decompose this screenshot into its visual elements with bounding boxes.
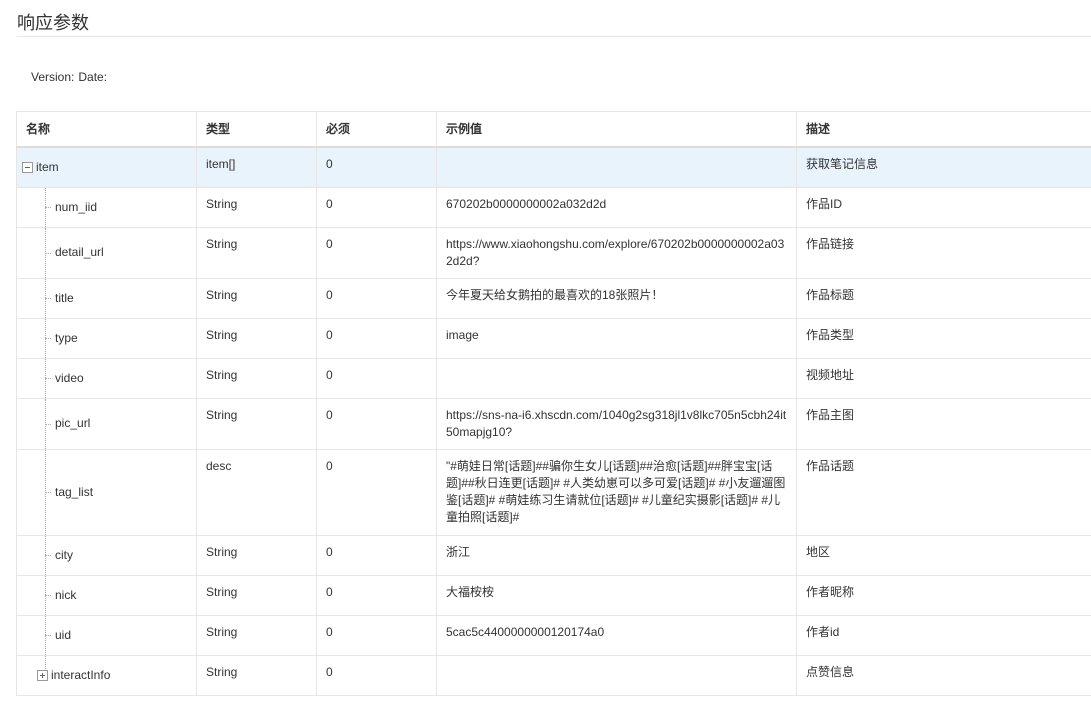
table-row[interactable]: video String 0 视频地址: [16, 357, 1091, 399]
cell-type: String: [196, 534, 317, 576]
cell-type: String: [196, 654, 317, 696]
cell-name: city: [16, 534, 197, 576]
param-name: detail_url: [55, 245, 104, 259]
cell-description: 作品类型: [796, 317, 1091, 359]
version-line: Version: Date:: [31, 70, 107, 84]
cell-name: video: [16, 357, 197, 399]
cell-example: 浙江: [436, 534, 797, 576]
cell-name: detail_url: [16, 226, 197, 279]
cell-example: [436, 654, 797, 696]
cell-description: 作品ID: [796, 186, 1091, 228]
cell-type: String: [196, 397, 317, 450]
cell-required: 0: [316, 317, 437, 359]
cell-name: tag_list: [16, 448, 197, 536]
cell-name: type: [16, 317, 197, 359]
cell-description: 视频地址: [796, 357, 1091, 399]
cell-required: 0: [316, 397, 437, 450]
table-row[interactable]: num_iid String 0 670202b0000000002a032d2d 作品…: [16, 186, 1091, 228]
cell-type: String: [196, 186, 317, 228]
cell-example: [436, 357, 797, 399]
cell-type: String: [196, 277, 317, 319]
table-header-row: 名称 类型 必须 示例值 描述: [16, 111, 1091, 148]
cell-name: item: [16, 146, 197, 188]
param-name: uid: [55, 627, 72, 642]
header-name: 名称: [16, 111, 197, 148]
cell-type: item[]: [196, 146, 317, 188]
cell-example: [436, 146, 797, 188]
param-name: pic_url: [55, 416, 91, 430]
cell-name: num_iid: [16, 186, 197, 228]
cell-type: String: [196, 357, 317, 399]
table-row[interactable]: title String 0 今年夏天给女鹅拍的最喜欢的18张照片！ 作品标题: [16, 277, 1091, 319]
table-row[interactable]: uid String 0 5cac5c4400000000120174a0 作者id: [16, 614, 1091, 656]
cell-description: 点赞信息: [796, 654, 1091, 696]
cell-example: https://sns-na-i6.xhscdn.com/1040g2sg318…: [436, 397, 797, 450]
cell-name: uid: [16, 614, 197, 656]
cell-required: 0: [316, 654, 437, 696]
cell-description: 作品链接: [796, 226, 1091, 279]
table-row[interactable]: pic_url String 0 https://sns-na-i6.xhscdn.c…: [16, 397, 1091, 450]
cell-type: String: [196, 574, 317, 616]
param-name: tag_list: [55, 484, 94, 499]
response-params-table: 名称 类型 必须 示例值 描述 item item[] 0 获取笔记信息 num…: [16, 111, 1091, 696]
param-name: item: [36, 159, 59, 174]
cell-example: 670202b0000000002a032d2d: [436, 186, 797, 228]
cell-type: String: [196, 226, 317, 279]
cell-description: 作者id: [796, 614, 1091, 656]
expand-toggle-icon[interactable]: [37, 669, 48, 681]
header-example: 示例值: [436, 111, 797, 148]
cell-name: title: [16, 277, 197, 319]
table-row-item[interactable]: item item[] 0 获取笔记信息: [16, 146, 1091, 188]
cell-example: 大福桉桉: [436, 574, 797, 616]
header-required: 必须: [316, 111, 437, 148]
table-row[interactable]: tag_list desc 0 "#萌娃日常[话题]##骗你生女儿[话题]##治愈[话…: [16, 448, 1091, 536]
cell-required: 0: [316, 226, 437, 279]
cell-type: desc: [196, 448, 317, 536]
cell-name: pic_url: [16, 397, 197, 450]
cell-description: 获取笔记信息: [796, 146, 1091, 188]
cell-description: 作者昵称: [796, 574, 1091, 616]
date-label: Date:: [78, 70, 108, 84]
cell-example: "#萌娃日常[话题]##骗你生女儿[话题]##治愈[话题]##胖宝宝[话题]##…: [436, 448, 797, 536]
header-description: 描述: [796, 111, 1091, 148]
header-type: 类型: [196, 111, 317, 148]
param-name: interactInfo: [51, 667, 111, 682]
cell-required: 0: [316, 574, 437, 616]
cell-description: 地区: [796, 534, 1091, 576]
cell-required: 0: [316, 146, 437, 188]
cell-example: 5cac5c4400000000120174a0: [436, 614, 797, 656]
param-name: nick: [55, 587, 77, 602]
version-label: Version:: [31, 70, 75, 84]
cell-example: https://www.xiaohongshu.com/explore/6702…: [436, 226, 797, 279]
cell-type: String: [196, 317, 317, 359]
table-row[interactable]: nick String 0 大福桉桉 作者昵称: [16, 574, 1091, 616]
param-name: city: [55, 547, 73, 562]
cell-description: 作品主图: [796, 397, 1091, 450]
param-name: type: [55, 330, 78, 345]
param-name: title: [55, 290, 74, 305]
param-name: video: [55, 370, 84, 385]
table-row-interactinfo[interactable]: interactInfo String 0 点赞信息: [16, 654, 1091, 696]
cell-required: 0: [316, 186, 437, 228]
param-name: num_iid: [55, 199, 98, 214]
cell-required: 0: [316, 534, 437, 576]
collapse-toggle-icon[interactable]: [22, 162, 33, 174]
title-divider: [17, 36, 1091, 37]
cell-type: String: [196, 614, 317, 656]
cell-required: 0: [316, 277, 437, 319]
cell-description: 作品标题: [796, 277, 1091, 319]
cell-name: interactInfo: [16, 654, 197, 696]
table-row[interactable]: type String 0 image 作品类型: [16, 317, 1091, 359]
cell-required: 0: [316, 357, 437, 399]
cell-required: 0: [316, 448, 437, 536]
table-row[interactable]: detail_url String 0 https://www.xiaohongshu…: [16, 226, 1091, 279]
page-title: 响应参数: [17, 13, 89, 34]
cell-example: image: [436, 317, 797, 359]
cell-required: 0: [316, 614, 437, 656]
cell-name: nick: [16, 574, 197, 616]
cell-example: 今年夏天给女鹅拍的最喜欢的18张照片！: [436, 277, 797, 319]
table-row[interactable]: city String 0 浙江 地区: [16, 534, 1091, 576]
cell-description: 作品话题: [796, 448, 1091, 536]
